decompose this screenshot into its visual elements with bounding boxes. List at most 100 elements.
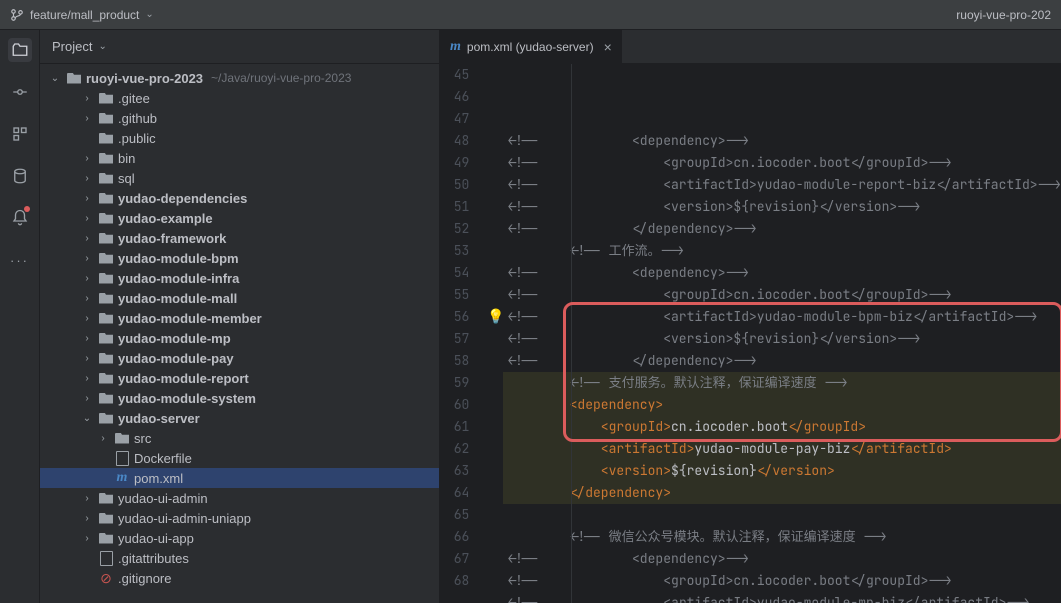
line-number: 52: [440, 218, 469, 240]
tree-item-label: yudao-module-mall: [118, 291, 237, 306]
code-line[interactable]: <dependency>: [503, 394, 1061, 416]
code-line[interactable]: <!-- <version>${revision}</version>-->: [503, 196, 1061, 218]
code-line[interactable]: <version>${revision}</version>: [503, 460, 1061, 482]
commit-tool-icon[interactable]: [8, 80, 32, 104]
code-line[interactable]: <!-- 工作流。-->: [503, 240, 1061, 262]
code-line[interactable]: <groupId>cn.iocoder.boot</groupId>: [503, 416, 1061, 438]
database-tool-icon[interactable]: [8, 164, 32, 188]
line-number: 54: [440, 262, 469, 284]
tree-item[interactable]: ›yudao-ui-app: [40, 528, 439, 548]
folder-icon: [98, 250, 114, 266]
tree-item[interactable]: mpom.xml: [40, 468, 439, 488]
tab-pom-xml[interactable]: m pom.xml (yudao-server) ×: [440, 30, 623, 63]
notifications-tool-icon[interactable]: [8, 206, 32, 230]
code-line[interactable]: <!-- </dependency>-->: [503, 218, 1061, 240]
line-number: 48: [440, 130, 469, 152]
tree-item[interactable]: ›yudao-dependencies: [40, 188, 439, 208]
expand-arrow-icon: ›: [80, 513, 94, 524]
expand-arrow-icon: ›: [80, 113, 94, 124]
tree-item[interactable]: ›yudao-module-infra: [40, 268, 439, 288]
tree-item[interactable]: ›yudao-module-mall: [40, 288, 439, 308]
code-line[interactable]: <artifactId>yudao-module-pay-biz</artifa…: [503, 438, 1061, 460]
code-line[interactable]: <!-- <artifactId>yudao-module-mp-biz</ar…: [503, 592, 1061, 603]
tree-item[interactable]: ›yudao-module-pay: [40, 348, 439, 368]
code-line[interactable]: <!-- <dependency>-->: [503, 548, 1061, 570]
tree-item-label: yudao-module-infra: [118, 271, 239, 286]
tree-item[interactable]: ⌄yudao-server: [40, 408, 439, 428]
code-line[interactable]: <!-- <artifactId>yudao-module-report-biz…: [503, 174, 1061, 196]
tree-item-label: yudao-module-member: [118, 311, 262, 326]
tree-item[interactable]: ›yudao-framework: [40, 228, 439, 248]
line-number: 59: [440, 372, 469, 394]
tree-root[interactable]: ⌄ruoyi-vue-pro-2023~/Java/ruoyi-vue-pro-…: [40, 68, 439, 88]
close-icon[interactable]: ×: [604, 39, 612, 55]
tree-item[interactable]: ›yudao-ui-admin: [40, 488, 439, 508]
code-line[interactable]: <!-- <groupId>cn.iocoder.boot</groupId>-…: [503, 570, 1061, 592]
project-tree[interactable]: ⌄ruoyi-vue-pro-2023~/Java/ruoyi-vue-pro-…: [40, 64, 439, 603]
tree-item[interactable]: ›yudao-ui-admin-uniapp: [40, 508, 439, 528]
titlebar: feature/mall_product ⌄ ruoyi-vue-pro-202: [0, 0, 1061, 30]
tree-item[interactable]: ›yudao-module-bpm: [40, 248, 439, 268]
tree-item[interactable]: ›.gitee: [40, 88, 439, 108]
code-editor[interactable]: 4546474849505152535455565758596061626364…: [440, 64, 1061, 603]
code-line[interactable]: <!-- 支付服务。默认注释，保证编译速度 -->: [503, 372, 1061, 394]
tree-item-label: yudao-module-pay: [118, 351, 234, 366]
intention-bulb-icon[interactable]: 💡: [487, 306, 504, 328]
code-line[interactable]: <!-- <groupId>cn.iocoder.boot</groupId>-…: [503, 284, 1061, 306]
code-line[interactable]: <!-- <version>${revision}</version>-->: [503, 328, 1061, 350]
folder-icon: [98, 410, 114, 426]
tree-item[interactable]: ›yudao-module-mp: [40, 328, 439, 348]
gutter-icons: 💡: [487, 64, 503, 603]
tree-item[interactable]: ›sql: [40, 168, 439, 188]
folder-icon: [98, 230, 114, 246]
expand-arrow-icon: ›: [80, 493, 94, 504]
code-content[interactable]: <!-- <dependency>--><!-- <groupId>cn.ioc…: [503, 64, 1061, 603]
expand-arrow-icon: ›: [80, 213, 94, 224]
tree-item[interactable]: .gitignore: [40, 568, 439, 588]
tree-item[interactable]: ›.github: [40, 108, 439, 128]
code-line[interactable]: </dependency>: [503, 482, 1061, 504]
tree-item[interactable]: ›yudao-module-report: [40, 368, 439, 388]
branch-name: feature/mall_product: [30, 8, 139, 22]
code-line[interactable]: <!-- <artifactId>yudao-module-bpm-biz</a…: [503, 306, 1061, 328]
code-line[interactable]: <!-- 微信公众号模块。默认注释，保证编译速度 -->: [503, 526, 1061, 548]
tree-item[interactable]: ›yudao-module-member: [40, 308, 439, 328]
tree-item-label: Dockerfile: [134, 451, 192, 466]
folder-icon: [98, 90, 114, 106]
tree-item[interactable]: .gitattributes: [40, 548, 439, 568]
editor-area: m pom.xml (yudao-server) × 4546474849505…: [440, 30, 1061, 603]
code-line[interactable]: <!-- </dependency>-->: [503, 350, 1061, 372]
expand-arrow-icon: ›: [80, 173, 94, 184]
tree-item[interactable]: .public: [40, 128, 439, 148]
folder-icon: [98, 350, 114, 366]
chevron-down-icon: ⌄: [98, 41, 106, 52]
project-tool-icon[interactable]: [8, 38, 32, 62]
code-line[interactable]: <!-- <groupId>cn.iocoder.boot</groupId>-…: [503, 152, 1061, 174]
tree-item[interactable]: ›bin: [40, 148, 439, 168]
more-tool-icon[interactable]: ···: [8, 248, 32, 272]
line-number: 57: [440, 328, 469, 350]
line-number: 47: [440, 108, 469, 130]
tree-item-path: ~/Java/ruoyi-vue-pro-2023: [211, 71, 351, 85]
expand-arrow-icon: ›: [80, 373, 94, 384]
expand-arrow-icon: ›: [96, 433, 110, 444]
line-number: 60: [440, 394, 469, 416]
tree-item[interactable]: Dockerfile: [40, 448, 439, 468]
folder-icon: [98, 530, 114, 546]
editor-tabs: m pom.xml (yudao-server) ×: [440, 30, 1061, 64]
tree-item[interactable]: ›src: [40, 428, 439, 448]
tree-item-label: ruoyi-vue-pro-2023: [86, 71, 203, 86]
tree-item[interactable]: ›yudao-module-system: [40, 388, 439, 408]
code-line[interactable]: <!-- <dependency>-->: [503, 262, 1061, 284]
tree-item-label: yudao-framework: [118, 231, 226, 246]
expand-arrow-icon: ›: [80, 533, 94, 544]
tree-item-label: .gitignore: [118, 571, 171, 586]
git-branch-selector[interactable]: feature/mall_product ⌄: [10, 8, 154, 22]
line-gutter: 4546474849505152535455565758596061626364…: [440, 64, 487, 603]
code-line[interactable]: [503, 504, 1061, 526]
folder-icon: [66, 70, 82, 86]
sidebar-header[interactable]: Project ⌄: [40, 30, 439, 64]
tree-item[interactable]: ›yudao-example: [40, 208, 439, 228]
structure-tool-icon[interactable]: [8, 122, 32, 146]
code-line[interactable]: <!-- <dependency>-->: [503, 130, 1061, 152]
